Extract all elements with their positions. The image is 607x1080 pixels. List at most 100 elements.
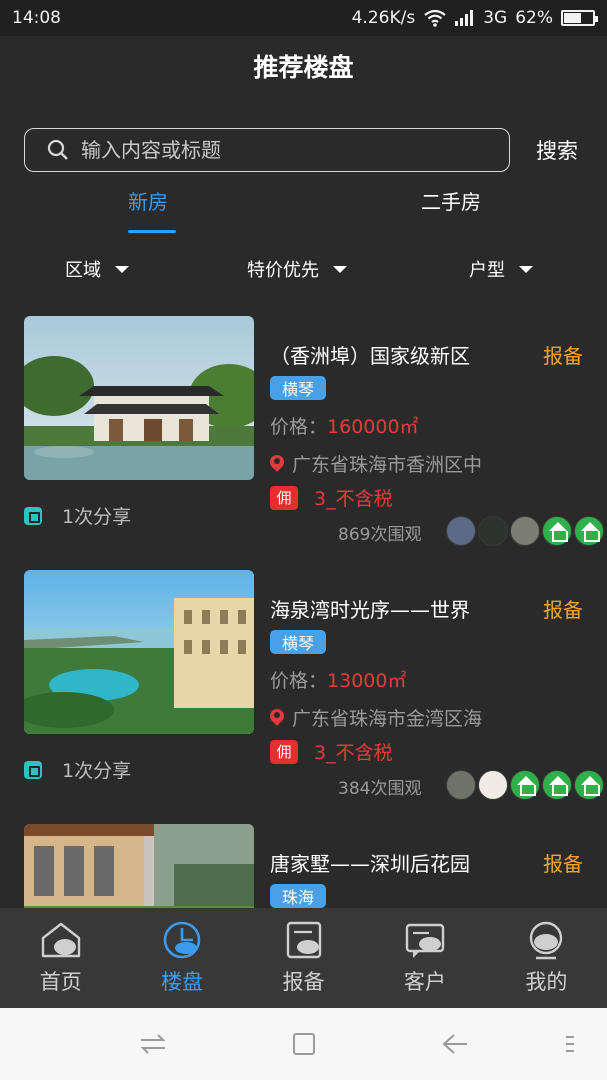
caret-down-icon <box>115 265 129 273</box>
address-row: 广东省珠海市金湾区海 <box>270 704 482 731</box>
report-button[interactable]: 报备 <box>543 340 583 369</box>
avatar <box>478 516 508 546</box>
page-title: 推荐楼盘 <box>253 53 354 82</box>
filter-layout-label: 户型 <box>469 260 505 281</box>
share-count[interactable]: 1次分享 <box>24 502 131 529</box>
back-icon[interactable] <box>440 1032 470 1056</box>
nav-profile[interactable]: 我的 <box>486 908 607 1008</box>
nav-buildings[interactable]: 楼盘 <box>121 908 242 1008</box>
filter-special-price-label: 特价优先 <box>247 260 319 281</box>
commission-badge: 佣 <box>270 485 298 510</box>
address-row: 广东省珠海市香洲区中 <box>270 450 482 477</box>
battery-icon <box>561 10 598 26</box>
tab-new-homes[interactable]: 新房 <box>128 186 168 215</box>
share-icon <box>24 760 42 779</box>
listing-card[interactable]: 1次分享 （香洲埠）国家级新区 报备 横琴 价格：160000㎡ 广东省珠海市香… <box>0 316 607 556</box>
avatar <box>510 516 540 546</box>
listing-image <box>24 570 254 734</box>
listing-image <box>24 824 254 908</box>
nav-report[interactable]: 报备 <box>243 908 364 1008</box>
filter-bar: 区域 特价优先 户型 <box>0 256 607 286</box>
listing-title[interactable]: 海泉湾时光序——世界 <box>270 594 470 623</box>
commission-text: 3_不含税 <box>314 742 393 764</box>
commission-row: 佣 3_不含税 <box>270 484 393 511</box>
nav-home[interactable]: 首页 <box>0 908 121 1008</box>
price-label: 价格： <box>270 416 328 438</box>
address-text: 广东省珠海市香洲区中 <box>292 454 483 476</box>
view-count: 869次围观 <box>338 525 422 545</box>
profile-icon <box>530 921 563 960</box>
caret-down-icon <box>333 265 347 273</box>
report-icon <box>286 921 321 959</box>
search-row: 搜索 <box>24 128 584 172</box>
network-speed: 4.26K/s <box>351 8 416 28</box>
commission-row: 佣 3_不含税 <box>270 738 393 765</box>
avatar <box>446 770 476 800</box>
nav-report-label: 报备 <box>282 970 325 994</box>
nav-clients[interactable]: 客户 <box>364 908 485 1008</box>
client-icon <box>405 923 445 958</box>
price-value: 160000㎡ <box>327 416 419 438</box>
nav-clients-label: 客户 <box>403 970 446 994</box>
location-pin-icon <box>270 455 284 473</box>
tab-indicator <box>128 230 176 233</box>
listing-card[interactable]: 唐家墅——深圳后花园 报备 珠海 <box>0 824 607 908</box>
wifi-icon <box>424 9 446 27</box>
listing-card[interactable]: 1次分享 海泉湾时光序——世界 报备 横琴 价格：13000㎡ 广东省珠海市金湾… <box>0 570 607 810</box>
building-icon <box>163 921 201 959</box>
caret-down-icon <box>519 265 533 273</box>
nav-buildings-label: 楼盘 <box>161 970 204 994</box>
signal-icon <box>455 10 474 26</box>
avatar <box>574 516 604 546</box>
status-bar: 14:08 4.26K/s 3G 62% <box>0 0 607 36</box>
avatar <box>510 770 540 800</box>
nav-profile-label: 我的 <box>525 970 568 994</box>
avatar <box>542 770 572 800</box>
share-count[interactable]: 1次分享 <box>24 756 131 783</box>
commission-badge: 佣 <box>270 739 298 764</box>
avatar <box>478 770 508 800</box>
price-row: 价格：160000㎡ <box>270 412 419 439</box>
filter-layout[interactable]: 户型 <box>469 256 533 282</box>
bottom-nav: 首页 楼盘 报备 客户 我的 <box>0 908 607 1008</box>
region-tag: 横琴 <box>270 376 327 400</box>
filter-area-label: 区域 <box>65 260 101 281</box>
listing-image <box>24 316 254 480</box>
share-count-label: 1次分享 <box>62 760 132 782</box>
price-value: 13000㎡ <box>327 670 407 692</box>
listing-list: 1次分享 （香洲埠）国家级新区 报备 横琴 价格：160000㎡ 广东省珠海市香… <box>0 316 607 908</box>
avatar <box>446 516 476 546</box>
status-indicators: 4.26K/s 3G 62% <box>351 8 598 28</box>
filter-special-price[interactable]: 特价优先 <box>247 256 347 282</box>
home-icon <box>41 922 80 958</box>
search-input[interactable] <box>81 138 481 162</box>
listing-title[interactable]: 唐家墅——深圳后花园 <box>270 848 470 877</box>
report-button[interactable]: 报备 <box>543 848 583 877</box>
tab-bar: 新房 二手房 <box>0 186 607 236</box>
share-count-label: 1次分享 <box>62 506 132 528</box>
tab-second-hand[interactable]: 二手房 <box>421 186 481 215</box>
nav-home-label: 首页 <box>39 970 82 994</box>
viewer-avatars <box>446 516 604 546</box>
share-icon <box>24 506 42 525</box>
system-nav-bar <box>0 1008 607 1080</box>
battery-percent: 62% <box>515 8 553 28</box>
home-square-icon[interactable] <box>289 1032 319 1056</box>
location-pin-icon <box>270 709 284 727</box>
price-row: 价格：13000㎡ <box>270 666 406 693</box>
avatar <box>542 516 572 546</box>
view-count: 384次围观 <box>338 779 422 799</box>
commission-text: 3_不含税 <box>314 488 393 510</box>
more-icon[interactable] <box>562 1032 578 1056</box>
search-icon <box>47 139 68 160</box>
price-label: 价格： <box>270 670 328 692</box>
filter-area[interactable]: 区域 <box>65 256 129 282</box>
report-button[interactable]: 报备 <box>543 594 583 623</box>
search-button[interactable]: 搜索 <box>536 135 578 165</box>
switch-apps-icon[interactable] <box>138 1032 168 1056</box>
search-box[interactable] <box>24 128 510 172</box>
listing-title[interactable]: （香洲埠）国家级新区 <box>270 340 470 369</box>
viewer-avatars <box>446 770 604 800</box>
address-text: 广东省珠海市金湾区海 <box>292 708 483 730</box>
status-time: 14:08 <box>12 8 61 28</box>
